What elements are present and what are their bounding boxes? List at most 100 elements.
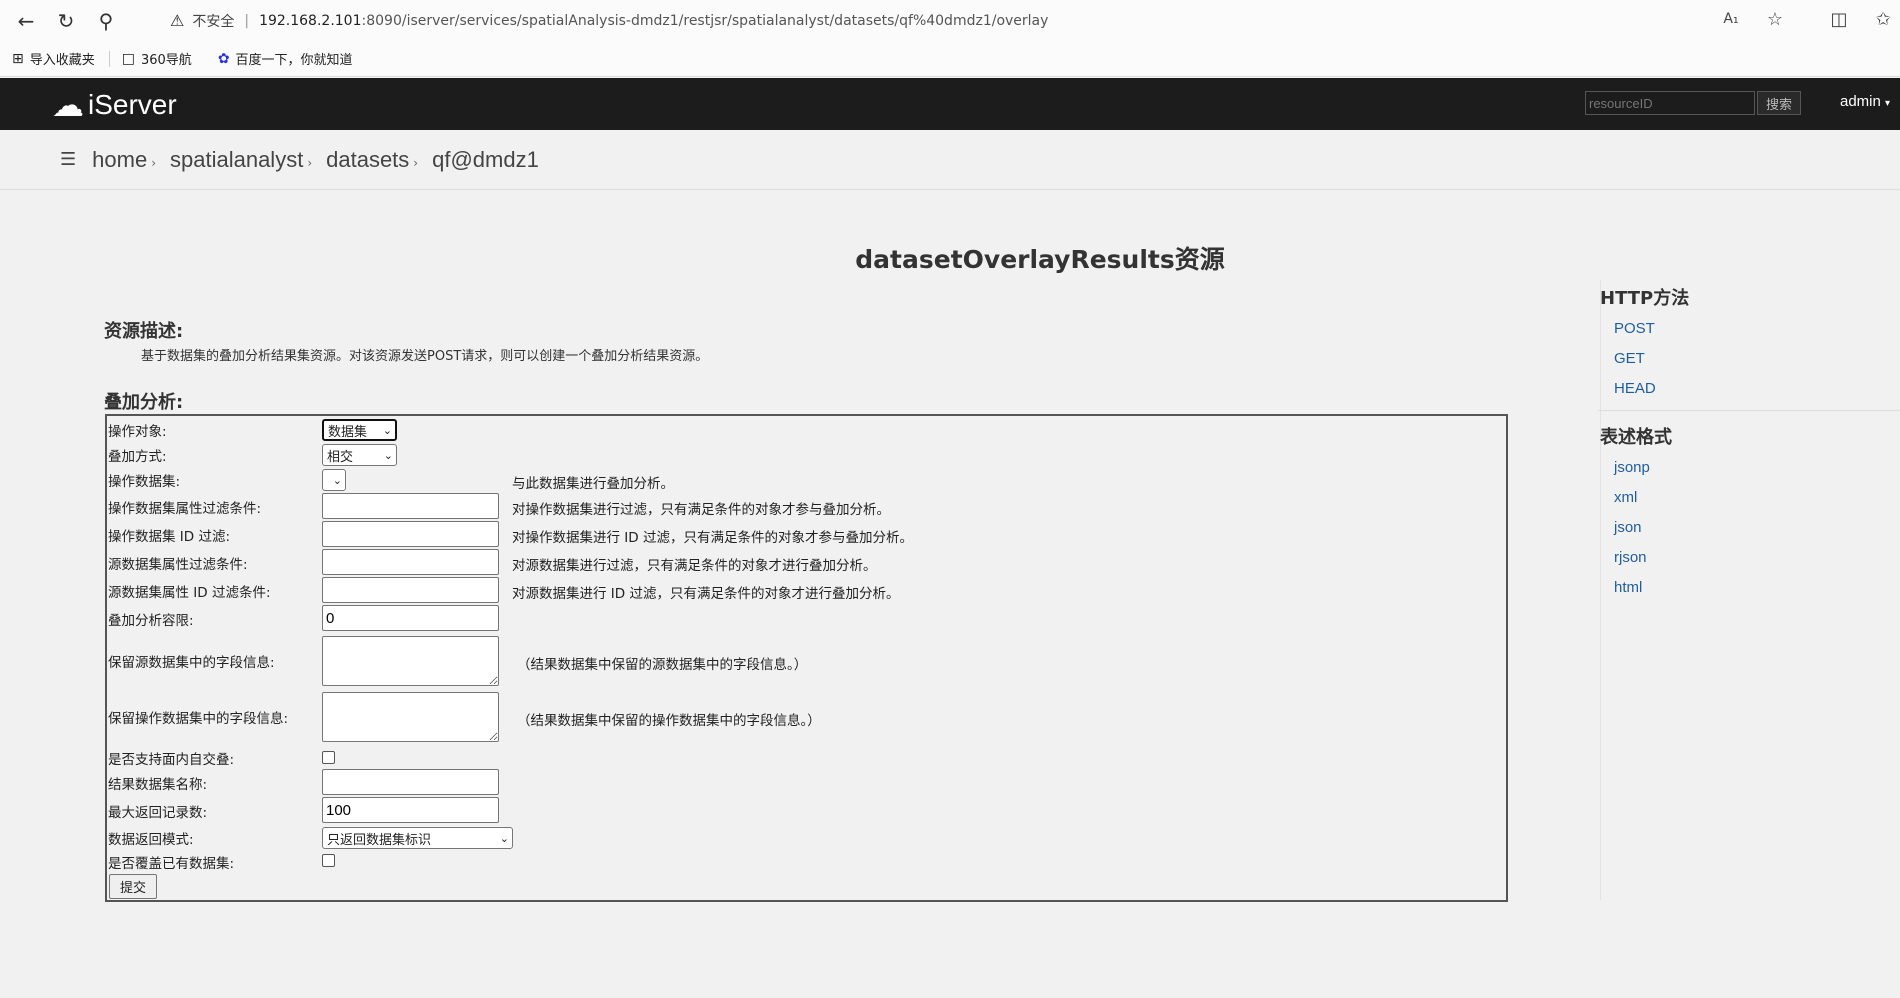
form-row: 最大返回记录数: xyxy=(107,797,1506,825)
form-row: 结果数据集名称: xyxy=(107,769,1506,797)
search-icon[interactable]: ⚲ xyxy=(86,6,126,36)
breadcrumb-datasets[interactable]: datasets xyxy=(326,147,409,173)
src-attr-filter-label: 源数据集属性过滤条件: xyxy=(108,557,248,573)
method-post-link[interactable]: POST xyxy=(1614,320,1900,337)
search-button[interactable]: 搜索 xyxy=(1757,91,1801,115)
list-icon[interactable]: ☰ xyxy=(60,149,76,170)
overwrite-label: 是否覆盖已有数据集: xyxy=(108,856,235,872)
bookmark-baidu[interactable]: ✿ 百度一下，你就知道 xyxy=(217,49,353,69)
src-id-filter-hint: 对源数据集进行 ID 过滤，只有满足条件的对象才进行叠加分析。 xyxy=(512,586,900,602)
insecure-label: 不安全 xyxy=(192,13,235,30)
overlay-form: 操作对象: 数据集 ⌄ 叠加方式: 相交 ⌄ 操作数据集: ⌄ 与此数据集进行叠加分… xyxy=(105,414,1508,902)
src-id-filter-input[interactable] xyxy=(322,577,499,603)
user-name: admin xyxy=(1840,93,1881,110)
chevron-down-icon: ⌄ xyxy=(499,831,509,845)
op-attr-filter-hint: 对操作数据集进行过滤，只有满足条件的对象才参与叠加分析。 xyxy=(512,502,890,518)
breadcrumb-dataset[interactable]: qf@dmdz1 xyxy=(432,147,539,173)
address-bar[interactable]: ⚠ 不安全 | 192.168.2.101:8090/iserver/servi… xyxy=(158,4,1753,37)
bookmark-label: 百度一下，你就知道 xyxy=(235,53,353,68)
form-row: 操作数据集 ID 过滤: 对操作数据集进行 ID 过滤，只有满足条件的对象才参与… xyxy=(107,521,1506,549)
overlay-analysis-title: 叠加分析: xyxy=(104,392,184,413)
bookmark-import[interactable]: ⊞ 导入收藏夹 xyxy=(12,49,95,69)
app-header: ☁ iServer 搜索 admin ▾ xyxy=(0,78,1900,130)
breadcrumb-arrow-icon: › xyxy=(413,155,419,170)
src-attr-filter-input[interactable] xyxy=(322,549,499,575)
src-fields-label: 保留源数据集中的字段信息: xyxy=(108,655,275,671)
method-head-link[interactable]: HEAD xyxy=(1614,380,1900,397)
src-fields-hint: （结果数据集中保留的源数据集中的字段信息。） xyxy=(517,657,808,673)
max-records-label: 最大返回记录数: xyxy=(108,805,208,821)
form-row: 操作数据集属性过滤条件: 对操作数据集进行过滤，只有满足条件的对象才参与叠加分析… xyxy=(107,493,1506,521)
op-id-filter-hint: 对操作数据集进行 ID 过滤，只有满足条件的对象才参与叠加分析。 xyxy=(512,530,913,546)
op-fields-textarea[interactable] xyxy=(322,692,499,742)
form-row: 源数据集属性过滤条件: 对源数据集进行过滤，只有满足条件的对象才进行叠加分析。 xyxy=(107,549,1506,577)
src-fields-textarea[interactable] xyxy=(322,636,499,686)
form-row: 源数据集属性 ID 过滤条件: 对源数据集进行 ID 过滤，只有满足条件的对象才… xyxy=(107,577,1506,605)
format-json-link[interactable]: json xyxy=(1614,519,1900,536)
read-aloud-icon[interactable]: A₁ xyxy=(1714,4,1748,34)
op-id-filter-label: 操作数据集 ID 过滤: xyxy=(108,529,231,545)
src-attr-filter-hint: 对源数据集进行过滤，只有满足条件的对象才进行叠加分析。 xyxy=(512,558,877,574)
format-xml-link[interactable]: xml xyxy=(1614,489,1900,506)
chevron-down-icon: ⌄ xyxy=(383,448,393,462)
select-value: 数据集 xyxy=(328,424,368,440)
operate-dataset-select[interactable]: ⌄ xyxy=(322,469,346,491)
result-name-input[interactable] xyxy=(322,769,499,795)
return-mode-select[interactable]: 只返回数据集标识 ⌄ xyxy=(322,827,513,849)
breadcrumb-home[interactable]: home xyxy=(92,147,147,173)
result-name-label: 结果数据集名称: xyxy=(108,777,208,793)
bookmark-label: 360导航 xyxy=(140,53,192,68)
import-icon: ⊞ xyxy=(12,50,24,67)
src-id-filter-label: 源数据集属性 ID 过滤条件: xyxy=(108,585,271,601)
operate-dataset-hint: 与此数据集进行叠加分析。 xyxy=(512,476,674,492)
op-id-filter-input[interactable] xyxy=(322,521,499,547)
format-html-link[interactable]: html xyxy=(1614,579,1900,596)
bookmark-360[interactable]: □ 360导航 xyxy=(121,49,192,69)
baidu-paw-icon: ✿ xyxy=(217,50,230,67)
select-value: 只返回数据集标识 xyxy=(327,832,432,848)
browser-toolbar: ← ↻ ⚲ ⚠ 不安全 | 192.168.2.101:8090/iserver… xyxy=(0,0,1900,41)
url-host: 192.168.2.101 xyxy=(259,12,362,29)
overlay-mode-select[interactable]: 相交 ⌄ xyxy=(322,444,397,466)
self-intersect-checkbox[interactable] xyxy=(322,751,335,764)
operate-target-label: 操作对象: xyxy=(108,424,167,440)
split-screen-icon[interactable]: ◫ xyxy=(1822,4,1856,34)
url-divider: | xyxy=(244,12,250,29)
submit-button[interactable]: 提交 xyxy=(109,874,157,899)
op-fields-hint: （结果数据集中保留的操作数据集中的字段信息。） xyxy=(517,713,821,729)
form-row: 操作数据集: ⌄ 与此数据集进行叠加分析。 xyxy=(107,468,1506,492)
form-row: 操作对象: 数据集 ⌄ xyxy=(107,418,1506,442)
operate-dataset-label: 操作数据集: xyxy=(108,474,181,490)
breadcrumb-spatialanalyst[interactable]: spatialanalyst xyxy=(170,147,303,173)
iserver-logo[interactable]: ☁ iServer xyxy=(52,86,177,124)
page-icon: □ xyxy=(121,50,135,67)
bookmark-label: 导入收藏夹 xyxy=(29,53,95,68)
op-attr-filter-input[interactable] xyxy=(322,493,499,519)
url-path: :8090/iserver/services/spatialAnalysis-d… xyxy=(361,12,1049,29)
back-icon[interactable]: ← xyxy=(6,6,46,36)
breadcrumb-arrow-icon: › xyxy=(151,155,156,170)
overwrite-checkbox[interactable] xyxy=(322,854,335,867)
op-attr-filter-label: 操作数据集属性过滤条件: xyxy=(108,501,262,517)
favorites-list-icon[interactable]: ✩ xyxy=(1866,4,1900,34)
max-records-input[interactable] xyxy=(322,797,499,823)
method-get-link[interactable]: GET xyxy=(1614,350,1900,367)
cloud-icon: ☁ xyxy=(52,86,84,124)
form-row: 是否支持面内自交叠: xyxy=(107,747,1506,769)
form-row: 保留操作数据集中的字段信息: （结果数据集中保留的操作数据集中的字段信息。） xyxy=(107,689,1506,745)
formats-title: 表述格式 xyxy=(1600,427,1672,448)
breadcrumb-arrow-icon: › xyxy=(307,155,313,170)
tolerance-input[interactable] xyxy=(322,605,499,631)
form-row: 数据返回模式: 只返回数据集标识 ⌄ xyxy=(107,825,1506,851)
operate-target-select[interactable]: 数据集 ⌄ xyxy=(322,419,397,441)
reload-icon[interactable]: ↻ xyxy=(46,6,86,36)
user-menu[interactable]: admin ▾ xyxy=(1840,93,1890,110)
format-jsonp-link[interactable]: jsonp xyxy=(1614,459,1900,476)
http-methods-title: HTTP方法 xyxy=(1600,288,1690,309)
format-rjson-link[interactable]: rjson xyxy=(1614,549,1900,566)
bookmarks-bar: ⊞ 导入收藏夹 □ 360导航 ✿ 百度一下，你就知道 xyxy=(0,41,1900,77)
self-intersect-label: 是否支持面内自交叠: xyxy=(108,752,235,768)
resource-id-search-input[interactable] xyxy=(1585,91,1755,115)
favorite-star-icon[interactable]: ☆ xyxy=(1758,4,1792,34)
brand-name: iServer xyxy=(88,89,177,120)
